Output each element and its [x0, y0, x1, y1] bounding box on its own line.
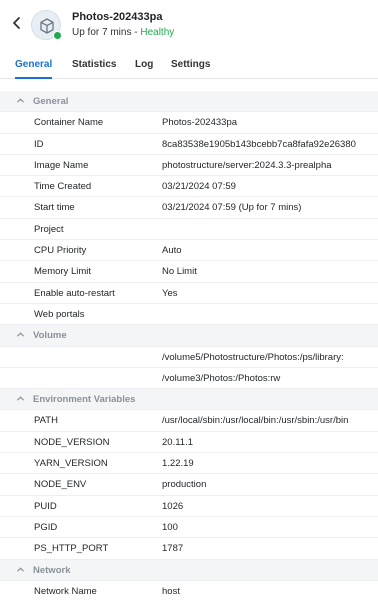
table-row: Start time 03/21/2024 07:59 (Up for 7 min…: [0, 197, 378, 219]
row-value: host: [162, 585, 180, 597]
row-value: 03/21/2024 07:59: [162, 181, 236, 193]
row-key: Container Name: [34, 117, 104, 129]
row-key: CPU Priority: [34, 245, 87, 257]
container-header: Photos-202433pa Up for 7 mins - Healthy: [0, 0, 378, 50]
container-title: Photos-202433pa: [72, 11, 163, 23]
row-key: Enable auto-restart: [34, 287, 115, 299]
table-row: NODE_VERSION 20.11.1: [0, 432, 378, 454]
health-status: Healthy: [140, 27, 175, 38]
row-value: 20.11.1: [162, 436, 193, 448]
table-row: CPU Priority Auto: [0, 240, 378, 262]
row-key: ID: [34, 138, 44, 150]
section-label: Environment Variables: [33, 394, 136, 406]
tab-settings[interactable]: Settings: [171, 59, 210, 79]
back-chevron-icon[interactable]: [12, 16, 26, 34]
table-row: PGID 100: [0, 517, 378, 539]
row-value: /volume5/Photostructure/Photos:/ps/libra…: [162, 351, 344, 363]
row-key: Network Name: [34, 585, 97, 597]
tab-statistics[interactable]: Statistics: [72, 59, 116, 79]
row-key: Time Created: [34, 181, 92, 193]
row-value: Yes: [162, 287, 178, 299]
row-value: Auto: [162, 245, 182, 257]
row-value: 03/21/2024 07:59 (Up for 7 mins): [162, 202, 302, 214]
row-value: 1.22.19: [162, 458, 194, 470]
section-header-general[interactable]: General: [0, 91, 378, 113]
section-label: Volume: [33, 330, 67, 342]
row-value: 1026: [162, 500, 184, 512]
section-header-volume[interactable]: Volume: [0, 325, 378, 347]
row-key: NODE_ENV: [34, 479, 87, 491]
section-label: Network: [33, 564, 71, 576]
row-key: Memory Limit: [34, 266, 92, 278]
row-value: No Limit: [162, 266, 197, 278]
row-key: Project: [34, 223, 64, 235]
row-key: PATH: [34, 415, 58, 427]
section-header-environment-variables[interactable]: Environment Variables: [0, 389, 378, 411]
chevron-up-icon[interactable]: [16, 565, 26, 575]
row-value: 100: [162, 521, 178, 533]
table-row: Network Name host: [0, 581, 378, 600]
row-key: NODE_VERSION: [34, 436, 110, 448]
table-row: Container Name Photos-202433pa: [0, 112, 378, 134]
row-value: /volume3/Photos:/Photos:rw: [162, 372, 281, 384]
row-value: 8ca83538e1905b143bcebb7ca8fafa92e26380: [162, 138, 356, 150]
table-row: PUID 1026: [0, 496, 378, 517]
status-running-dot: [53, 31, 62, 40]
table-row: /volume3/Photos:/Photos:rw: [0, 368, 378, 390]
table-row: Memory Limit No Limit: [0, 261, 378, 283]
section-label: General: [33, 96, 69, 107]
details-table: General Container Name Photos-202433pa ID 8c…: [0, 91, 378, 600]
row-key: PUID: [34, 500, 57, 512]
row-key: Web portals: [34, 308, 85, 320]
table-row: NODE_ENV production: [0, 474, 378, 496]
row-key: Start time: [34, 202, 75, 214]
container-status: Up for 7 mins - Healthy: [72, 27, 174, 38]
detail-tabs: General Statistics Log Settings: [0, 57, 378, 79]
table-row: Time Created 03/21/2024 07:59: [0, 176, 378, 198]
tab-log[interactable]: Log: [135, 59, 153, 79]
table-row: Web portals: [0, 304, 378, 326]
table-row: YARN_VERSION 1.22.19: [0, 453, 378, 475]
table-row: Enable auto-restart Yes: [0, 283, 378, 304]
section-header-network[interactable]: Network: [0, 559, 378, 581]
table-row: PS_HTTP_PORT 1787: [0, 538, 378, 560]
row-key: PGID: [34, 521, 58, 533]
table-row: Project: [0, 219, 378, 241]
chevron-up-icon[interactable]: [16, 330, 26, 340]
chevron-up-icon[interactable]: [16, 394, 26, 404]
row-key: YARN_VERSION: [34, 458, 108, 470]
row-value: Photos-202433pa: [162, 117, 238, 129]
row-key: PS_HTTP_PORT: [34, 543, 109, 555]
table-row: PATH/usr/local/sbin:/usr/local/bin:/usr/…: [0, 410, 378, 432]
row-key: Image Name: [34, 159, 89, 171]
table-row: ID 8ca83538e1905b143bcebb7ca8fafa92e26380: [0, 134, 378, 155]
chevron-up-icon[interactable]: [16, 96, 26, 106]
row-value: 1787: [162, 543, 184, 555]
table-row: /volume5/Photostructure/Photos:/ps/libra…: [0, 347, 378, 368]
uptime-text: Up for 7 mins -: [72, 27, 141, 38]
table-row: Image Name photostructure/server:2024.3.3…: [0, 155, 378, 177]
row-value: production: [162, 479, 207, 491]
row-value: /usr/local/sbin:/usr/local/bin:/usr/sbin…: [162, 415, 349, 427]
tab-general[interactable]: General: [15, 59, 53, 79]
row-value: photostructure/server:2024.3.3-prealpha: [162, 159, 332, 171]
